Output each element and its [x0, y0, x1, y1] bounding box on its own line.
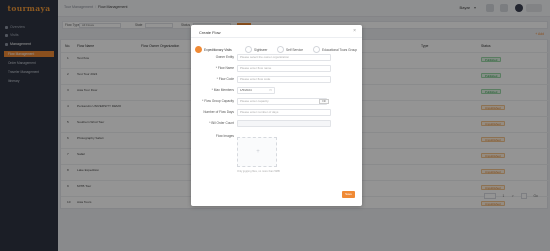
radio-selected-icon — [195, 46, 202, 54]
bill-order-row: * Bill Order Count — [191, 120, 362, 127]
flow-type-option-educational[interactable]: Educational Tours Group — [313, 41, 357, 54]
flow-type-selector: Expeditionary Visits Sightseer Self Serv… — [195, 41, 358, 54]
owner-entity-select[interactable]: Please select the owner organization — [237, 54, 331, 61]
divider — [191, 37, 362, 38]
flow-code-row: * Flow Code Please enter flow code — [191, 76, 362, 83]
flow-name-label: * Flow Name — [215, 66, 234, 70]
bill-order-label: * Bill Order Count — [209, 121, 234, 125]
modal-title: Create Flow — [199, 30, 221, 35]
upload-hint: Only jpg/png files, no more than 5MB — [237, 170, 280, 173]
image-upload-area[interactable]: + — [237, 137, 277, 167]
flow-code-label: * Flow Code — [216, 77, 234, 81]
owner-entity-row: Owner Entity Please select the owner org… — [191, 54, 362, 61]
group-capacity-label: * Flow Group Capacity — [202, 99, 234, 103]
capacity-fill-button[interactable]: Fill — [319, 99, 329, 104]
flow-name-row: * Flow Name Please enter flow name — [191, 65, 362, 72]
flow-name-input[interactable]: Please enter flow name — [237, 65, 331, 72]
max-members-row: * Max Members 1/5/2024 ▭ — [191, 87, 362, 94]
flow-days-row: Number of Flow Days Please enter number … — [191, 109, 362, 116]
flow-type-option-self-service[interactable]: Self Service — [277, 41, 303, 54]
close-icon[interactable]: × — [353, 29, 356, 34]
max-members-date-input[interactable]: 1/5/2024 ▭ — [237, 87, 275, 94]
max-members-label: * Max Members — [211, 88, 234, 92]
group-capacity-input[interactable]: Please enter capacity — [237, 98, 327, 105]
radio-icon — [277, 46, 284, 54]
bill-order-input[interactable] — [237, 120, 331, 127]
create-flow-modal: Create Flow × Expeditionary Visits Sight… — [191, 25, 362, 206]
flow-type-option-sightseer[interactable]: Sightseer — [245, 41, 267, 54]
plus-icon: + — [256, 149, 260, 155]
radio-icon — [245, 46, 252, 54]
group-capacity-row: * Flow Group Capacity Please enter capac… — [191, 98, 362, 105]
owner-entity-label: Owner Entity — [215, 55, 234, 59]
flow-days-input[interactable]: Please enter number of days — [237, 109, 331, 116]
radio-icon — [313, 46, 320, 54]
flow-code-input[interactable]: Please enter flow code — [237, 76, 331, 83]
calendar-icon: ▭ — [269, 88, 272, 92]
save-button[interactable]: Save — [342, 191, 355, 198]
flow-type-option-expeditionary[interactable]: Expeditionary Visits — [195, 41, 232, 54]
flow-days-label: Number of Flow Days — [203, 110, 234, 114]
flow-images-label: Flow Images — [215, 134, 234, 138]
